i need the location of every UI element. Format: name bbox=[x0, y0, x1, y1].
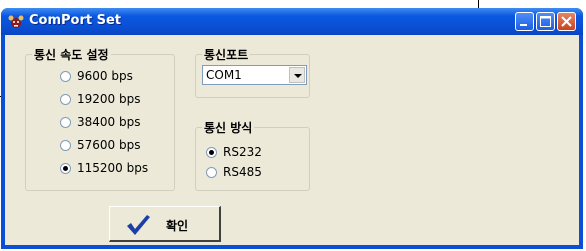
minimize-icon bbox=[520, 24, 527, 26]
minimize-button[interactable] bbox=[515, 12, 534, 31]
baud-rate-legend: 통신 속도 설정 bbox=[34, 48, 109, 62]
radio-38400[interactable] bbox=[60, 116, 71, 128]
mode-label-rs232: RS232 bbox=[223, 145, 262, 159]
baud-option-38400[interactable]: 38400 bps bbox=[60, 115, 140, 129]
radio-57600[interactable] bbox=[60, 139, 71, 151]
checkmark-icon bbox=[127, 215, 150, 235]
radio-19200[interactable] bbox=[60, 93, 71, 105]
title-bar[interactable]: ComPort Set bbox=[1, 8, 583, 35]
radio-rs485[interactable] bbox=[206, 166, 217, 178]
baud-label-19200: 19200 bps bbox=[77, 92, 141, 106]
radio-9600[interactable] bbox=[60, 70, 71, 82]
chevron-down-icon[interactable] bbox=[289, 67, 305, 83]
ok-button[interactable]: 확인 bbox=[109, 206, 221, 242]
client-area: 통신 속도 설정 9600 bps 19200 bps 38400 bps 57… bbox=[5, 35, 579, 245]
port-select[interactable]: COM1 bbox=[202, 65, 307, 85]
mode-label-rs485: RS485 bbox=[223, 165, 262, 179]
maximize-button[interactable] bbox=[536, 12, 555, 31]
baud-label-9600: 9600 bps bbox=[77, 69, 133, 83]
close-icon bbox=[561, 16, 572, 27]
window-title: ComPort Set bbox=[29, 13, 122, 28]
mode-option-rs485[interactable]: RS485 bbox=[206, 165, 262, 179]
baud-option-115200[interactable]: 115200 bps bbox=[60, 161, 148, 175]
comport-window: ComPort Set 통신 속도 설정 9600 bps 19200 bps … bbox=[1, 8, 583, 249]
maximize-icon bbox=[540, 16, 551, 27]
ok-button-label: 확인 bbox=[166, 219, 189, 233]
baud-label-57600: 57600 bps bbox=[77, 138, 141, 152]
baud-label-38400: 38400 bps bbox=[77, 115, 141, 129]
baud-label-115200: 115200 bps bbox=[77, 161, 149, 175]
baud-option-57600[interactable]: 57600 bps bbox=[60, 138, 140, 152]
baud-option-9600[interactable]: 9600 bps bbox=[60, 69, 133, 83]
radio-rs232[interactable] bbox=[206, 146, 217, 158]
baud-option-19200[interactable]: 19200 bps bbox=[60, 92, 140, 106]
mode-legend: 통신 방식 bbox=[204, 121, 253, 135]
port-select-value: COM1 bbox=[206, 68, 242, 82]
radio-115200[interactable] bbox=[60, 162, 71, 174]
mode-option-rs232[interactable]: RS232 bbox=[206, 145, 262, 159]
app-icon bbox=[8, 15, 24, 28]
close-button[interactable] bbox=[557, 12, 576, 31]
